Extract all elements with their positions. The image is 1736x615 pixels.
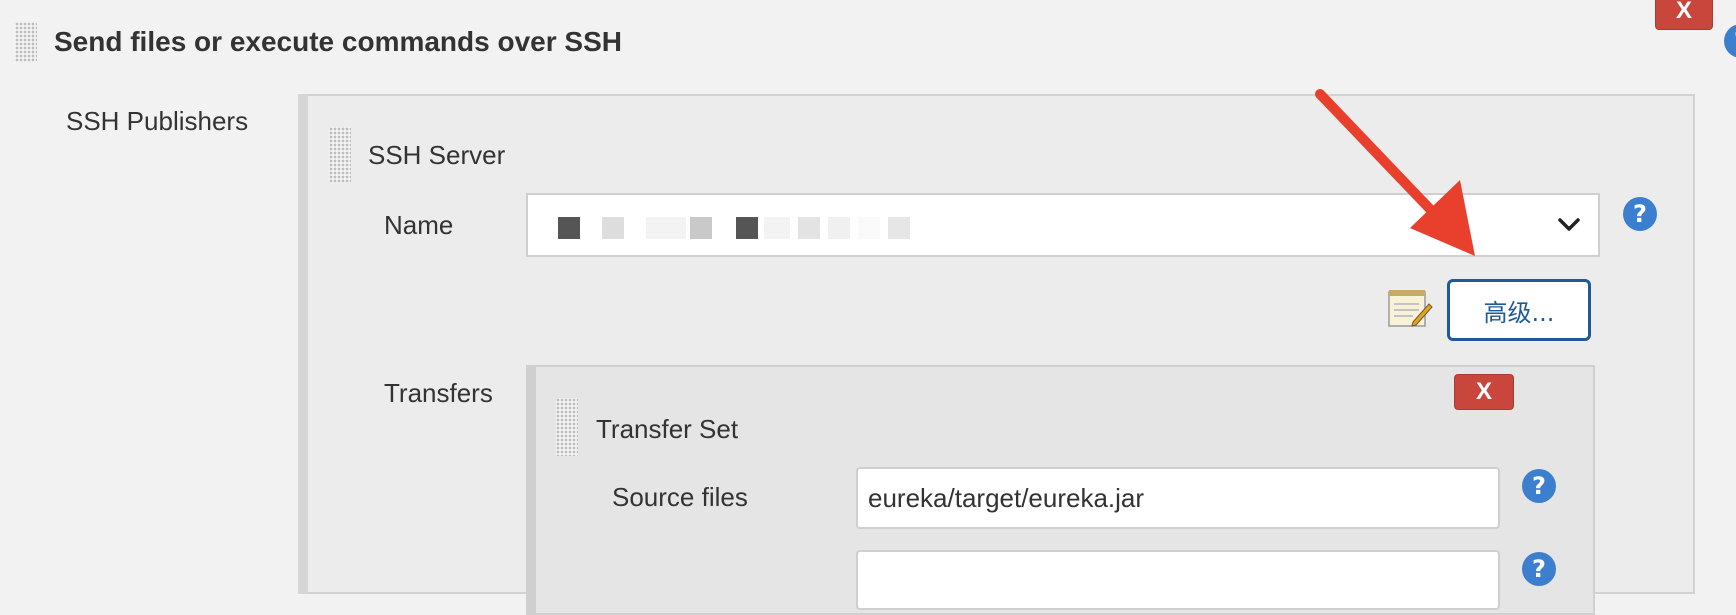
notepad-icon[interactable]: [1385, 284, 1433, 332]
drag-handle-icon[interactable]: [15, 22, 37, 62]
help-icon[interactable]: ?: [1522, 469, 1556, 503]
ssh-server-title: SSH Server: [368, 140, 506, 170]
delete-section-button[interactable]: X: [1655, 0, 1713, 30]
redacted-block: [798, 217, 820, 239]
delete-transfer-set-button[interactable]: X: [1454, 374, 1514, 410]
chevron-down-icon: [1558, 218, 1580, 231]
section-title: Send files or execute commands over SSH: [54, 26, 622, 57]
redacted-block: [736, 217, 758, 239]
redacted-block: [646, 217, 686, 239]
remove-prefix-input[interactable]: [856, 550, 1500, 610]
redacted-block: [558, 217, 580, 239]
source-files-input[interactable]: eureka/target/eureka.jar: [856, 467, 1500, 529]
help-icon[interactable]: ?: [1623, 197, 1657, 231]
redacted-block: [602, 217, 624, 239]
help-icon[interactable]: ?: [1522, 552, 1556, 586]
panel-border-bar: [526, 365, 536, 615]
redacted-block: [888, 217, 910, 239]
ssh-publishers-label: SSH Publishers: [66, 106, 249, 136]
redacted-block: [858, 217, 880, 239]
drag-handle-icon[interactable]: [556, 398, 578, 456]
redacted-block: [828, 217, 850, 239]
source-files-label: Source files: [612, 482, 748, 512]
transfers-label: Transfers: [384, 378, 493, 408]
redacted-block: [764, 217, 790, 239]
name-label: Name: [384, 210, 454, 240]
redacted-block: [690, 217, 712, 239]
annotation-arrow: [1315, 89, 1475, 256]
help-icon[interactable]: ?: [1724, 24, 1736, 58]
drag-handle-icon[interactable]: [329, 127, 351, 183]
transfer-set-title: Transfer Set: [596, 414, 739, 444]
panel-border-bar: [298, 94, 308, 594]
advanced-button[interactable]: 高级...: [1447, 279, 1591, 341]
